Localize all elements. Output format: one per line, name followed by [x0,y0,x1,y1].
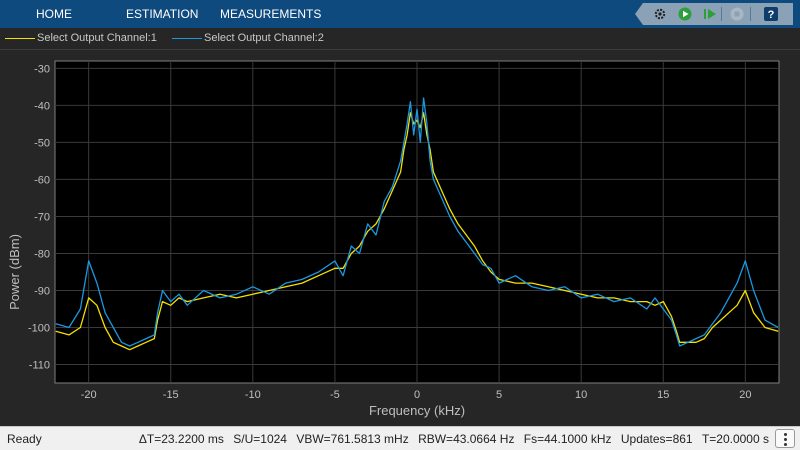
settings-icon[interactable] [653,7,667,21]
status-measurements: ΔT=23.2200 ms S/U=1024 VBW=761.5813 mHz … [133,432,769,446]
more-dot [784,438,787,441]
toolstrip-quick-access: ? [635,3,793,25]
legend-swatch [172,38,202,39]
x-tick-label: 5 [496,389,502,401]
svg-text:?: ? [768,9,775,21]
time-readout: T=20.0000 s [701,432,769,446]
legend-label: Select Output Channel:1 [37,32,157,44]
legend: Select Output Channel:1 Select Output Ch… [0,28,800,50]
step-forward-icon[interactable] [703,7,717,21]
y-tick-label: -80 [34,248,50,260]
legend-item-channel-1[interactable]: Select Output Channel:1 [5,28,165,50]
sample-rate-readout: Fs=44.1000 kHz [523,432,612,446]
x-tick-label: 20 [739,389,751,401]
y-tick-label: -110 [29,359,50,371]
toolstrip-separator [750,7,751,21]
x-axis-label: Frequency (kHz) [369,403,465,418]
y-tick-label: -60 [34,174,50,186]
spectral-updates-readout: S/U=1024 [233,432,287,446]
status-text: Ready [7,432,42,446]
x-tick-label: 0 [414,389,420,401]
stop-icon[interactable] [730,7,744,21]
help-icon[interactable]: ? [764,7,778,21]
spectrum-plot: -20 -15 -10 -5 0 5 10 15 20 -30-40-50-60-70-80-9… [7,60,780,418]
rbw-readout: RBW=43.0664 Hz [418,432,515,446]
run-icon[interactable] [678,7,692,21]
x-tick-label: 15 [657,389,669,401]
legend-item-channel-2[interactable]: Select Output Channel:2 [172,28,332,50]
y-tick-label: -40 [34,100,50,112]
x-tick-label: -10 [245,389,261,401]
status-bar: Ready ΔT=23.2200 ms S/U=1024 VBW=761.581… [0,426,800,450]
y-axis-label: Power (dBm) [7,234,22,310]
x-tick-label: -15 [163,389,179,401]
vbw-readout: VBW=761.5813 mHz [296,432,409,446]
y-axis-ticks: -30 -40 -50 -60 -70 -80 -90 -100 -110 [28,63,50,371]
delta-t-readout: ΔT=23.2200 ms [138,432,224,446]
tab-estimation[interactable]: ESTIMATION [126,0,198,28]
y-tick-label: -100 [28,322,50,334]
more-dot [784,433,787,436]
x-axis-ticks: -20 -15 -10 -5 0 5 10 15 20 [81,389,752,401]
y-tick-label: -30 [34,63,50,75]
legend-swatch [5,38,35,39]
legend-label: Select Output Channel:2 [204,32,324,44]
more-dot [784,443,787,446]
x-tick-label: -5 [330,389,340,401]
tab-measurements[interactable]: MEASUREMENTS [220,0,321,28]
y-tick-label: -50 [34,137,50,149]
updates-readout: Updates=861 [620,432,693,446]
toolstrip: HOME ESTIMATION MEASUREMENTS ? [0,0,800,28]
more-options-button[interactable] [775,429,795,448]
toolstrip-separator [721,7,722,21]
x-tick-label: 10 [575,389,587,401]
x-tick-label: -20 [81,389,97,401]
y-tick-label: -70 [34,211,50,223]
tab-home[interactable]: HOME [36,0,72,28]
y-tick-label: -90 [34,285,50,297]
